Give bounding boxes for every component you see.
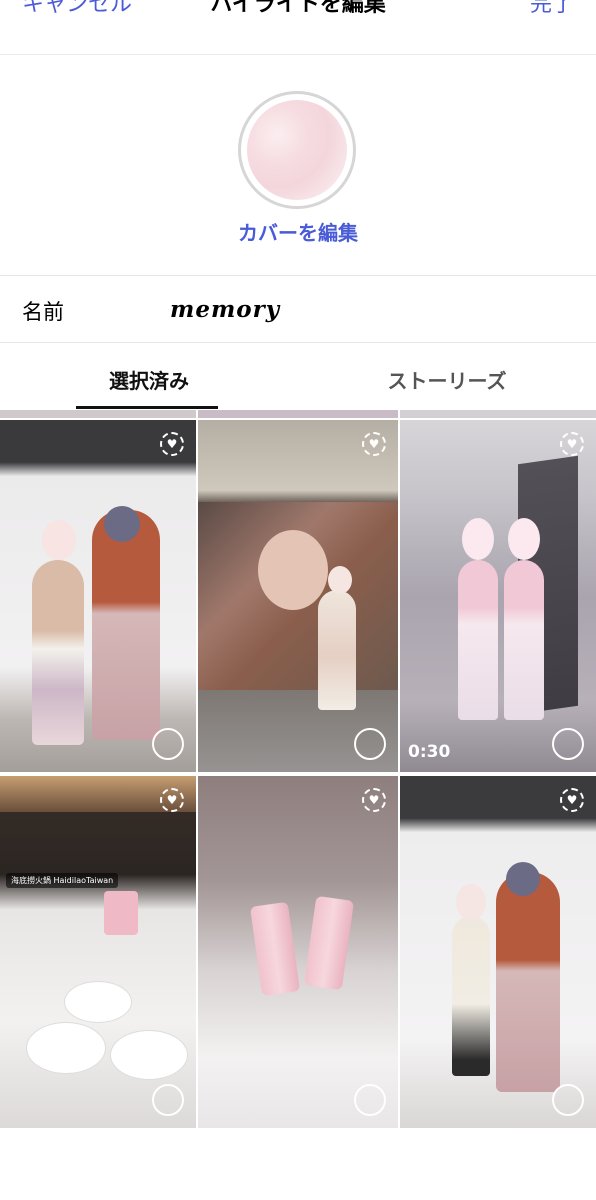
cutout-head — [104, 506, 140, 542]
select-circle[interactable] — [152, 1084, 184, 1116]
select-circle[interactable] — [354, 1084, 386, 1116]
name-row: 名前 memory — [0, 276, 596, 343]
name-label: 名前 — [22, 300, 64, 324]
cover-section: カバーを編集 — [0, 55, 596, 276]
cutout-head — [506, 862, 540, 896]
person-figure — [318, 590, 356, 710]
person-head — [328, 566, 352, 594]
plate — [110, 1030, 188, 1080]
cutout-figure — [496, 872, 560, 1092]
highlight-heart-icon: ♥ — [362, 432, 386, 456]
thumbnail-strip — [400, 410, 596, 418]
tab-indicator — [76, 406, 218, 409]
name-input[interactable]: memory — [170, 296, 280, 323]
select-circle[interactable] — [552, 1084, 584, 1116]
person-head — [42, 520, 76, 560]
done-button[interactable]: 完了 — [530, 0, 574, 18]
tab-stories[interactable]: ストーリーズ — [298, 365, 596, 394]
thumbnail-strip — [0, 410, 196, 418]
cover-thumbnail — [247, 100, 347, 200]
location-tag: 海底撈火鍋 HaidilaoTaiwan — [6, 873, 119, 888]
tab-selected[interactable]: 選択済み — [0, 365, 298, 394]
plate — [26, 1022, 106, 1074]
tab-bar: 選択済み ストーリーズ — [0, 343, 596, 409]
highlight-heart-icon: ♥ — [160, 432, 184, 456]
story-thumbnail-6[interactable]: ♥ — [400, 776, 596, 1128]
story-thumbnail-5[interactable]: ♥ — [198, 776, 398, 1128]
person-figure — [32, 560, 84, 745]
highlight-heart-icon: ♥ — [560, 432, 584, 456]
page-title: ハイライトを編集 — [210, 0, 386, 17]
person-figure — [458, 560, 498, 720]
drink-cans — [104, 891, 138, 935]
header-bar: キャンセル ハイライトを編集 完了 — [0, 0, 596, 55]
story-thumbnail-4[interactable]: 海底撈火鍋 HaidilaoTaiwan ♥ — [0, 776, 196, 1128]
edit-cover-button[interactable]: カバーを編集 — [0, 217, 596, 246]
billboard-face — [258, 530, 328, 610]
drink-can — [249, 901, 301, 997]
person-head — [462, 518, 494, 560]
person-head — [456, 884, 486, 920]
person-figure — [452, 916, 490, 1076]
person-figure — [504, 560, 544, 720]
story-thumbnail-2[interactable]: ♥ — [198, 420, 398, 772]
cutout-figure — [92, 510, 160, 740]
video-duration: 0:30 — [408, 742, 451, 762]
highlight-heart-icon: ♥ — [560, 788, 584, 812]
highlight-heart-icon: ♥ — [160, 788, 184, 812]
person-head — [508, 518, 540, 560]
select-circle[interactable] — [152, 728, 184, 760]
story-thumbnail-1[interactable]: ♥ — [0, 420, 196, 772]
drink-can — [303, 895, 355, 991]
story-thumbnail-3[interactable]: ♥ 0:30 — [400, 420, 596, 772]
select-circle[interactable] — [354, 728, 386, 760]
highlight-heart-icon: ♥ — [362, 788, 386, 812]
cover-image[interactable] — [238, 91, 356, 209]
thumbnail-strip — [198, 410, 398, 418]
plate — [64, 981, 132, 1023]
select-circle[interactable] — [552, 728, 584, 760]
